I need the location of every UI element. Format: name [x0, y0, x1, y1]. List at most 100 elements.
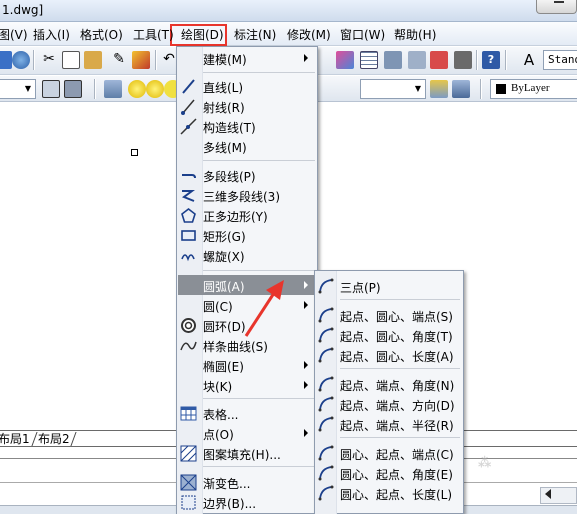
arc-menu-item-label: 起点、端点、方向(D) — [340, 399, 455, 413]
open-icon[interactable] — [0, 51, 12, 69]
menu-separator — [203, 398, 315, 399]
tool-palettes-icon[interactable] — [384, 51, 402, 69]
submenu-arrow-icon — [304, 54, 308, 62]
hatch-icon — [180, 445, 197, 462]
menu-modify[interactable]: 修改(M) — [287, 26, 331, 44]
arrow-shaft — [244, 289, 278, 337]
arc-sed-icon — [318, 396, 334, 412]
draw-menu-item[interactable] — [177, 355, 317, 375]
block-editor-icon[interactable] — [132, 51, 150, 69]
arc-3point-icon — [318, 278, 334, 294]
sun-icon[interactable] — [146, 80, 164, 98]
help-icon[interactable]: ? — [482, 51, 500, 69]
arrow-head — [266, 280, 284, 300]
draw-menu-item[interactable] — [177, 136, 317, 156]
draw-menu-item-label: 图案填充(H)... — [203, 448, 281, 462]
draw-menu-item[interactable] — [177, 403, 317, 423]
draw-menu-item-label: 三维多段线(3) — [203, 190, 280, 204]
markup-icon[interactable] — [430, 51, 448, 69]
title-bar — [0, 0, 577, 22]
menu-draw[interactable]: 绘图(D) — [181, 26, 224, 44]
menu-format[interactable]: 格式(O) — [80, 26, 123, 44]
boundary-icon — [181, 495, 196, 510]
gradient-icon — [180, 474, 197, 491]
menu-separator — [203, 270, 315, 271]
text-style-combo[interactable]: Stand — [543, 50, 577, 70]
toolbar-separator — [155, 50, 157, 70]
sheet-set-icon[interactable] — [408, 51, 426, 69]
draw-menu-item-label: 正多边形(Y) — [203, 210, 268, 224]
draw-menu-item-label: 块(K) — [203, 380, 233, 394]
3d-polyline-icon — [181, 190, 195, 202]
menu-separator — [203, 466, 315, 467]
draw-menu-item-label: 构造线(T) — [203, 121, 256, 135]
draw-menu-item-label: 椭圆(E) — [203, 360, 244, 374]
arc-menu-item-label: 三点(P) — [340, 281, 381, 295]
tab-layout2[interactable]: 布局2 — [38, 430, 70, 446]
window-title: 1.dwg] — [2, 3, 44, 17]
toolbar-separator — [480, 79, 482, 99]
draw-menu-item[interactable] — [177, 76, 317, 96]
arc-menu-item[interactable] — [315, 276, 463, 296]
layer-manager-icon[interactable] — [104, 80, 122, 98]
workspace-combo[interactable]: ▼ — [0, 79, 36, 99]
menu-insert[interactable]: 插入(I) — [33, 26, 70, 44]
ray-icon — [181, 99, 195, 115]
color-combo[interactable]: ByLayer — [490, 79, 577, 99]
scroll-left-icon[interactable] — [545, 489, 551, 499]
arc-sea-icon — [318, 376, 334, 392]
draw-menu-item-label: 样条曲线(S) — [203, 340, 268, 354]
calculator-icon[interactable] — [454, 51, 472, 69]
rectangle-icon — [181, 230, 196, 241]
menu-window[interactable]: 窗口(W) — [340, 26, 385, 44]
menu-view[interactable]: 图(V) — [0, 26, 28, 44]
globe-icon[interactable] — [12, 51, 30, 69]
arc-menu-item-label: 起点、端点、半径(R) — [340, 419, 454, 433]
draw-menu-item[interactable] — [177, 375, 317, 395]
layer-previous-icon[interactable] — [452, 80, 470, 98]
properties-icon[interactable] — [336, 51, 354, 69]
menu-help[interactable]: 帮助(H) — [394, 26, 436, 44]
draw-menu-item[interactable] — [177, 96, 317, 116]
draw-menu-item[interactable] — [177, 225, 317, 245]
workspace-settings-icon[interactable] — [64, 80, 82, 98]
annotation-arrow — [244, 280, 284, 337]
make-current-layer-icon[interactable] — [430, 80, 448, 98]
text-style-value: Stand — [548, 53, 577, 66]
helix-icon — [181, 254, 195, 262]
menu-dimension[interactable]: 标注(N) — [234, 26, 276, 44]
arc-scl-icon — [318, 347, 334, 363]
menu-separator — [203, 72, 315, 73]
draw-menu-item[interactable] — [177, 48, 317, 68]
copy-icon[interactable] — [62, 51, 80, 69]
line-icon — [182, 79, 195, 94]
match-properties-icon[interactable]: ✎ — [110, 51, 128, 69]
tab-layout1[interactable]: 布局1 — [0, 430, 30, 446]
cut-icon[interactable]: ✂ — [40, 51, 58, 69]
lightbulb-icon[interactable] — [128, 80, 146, 98]
menu-tools[interactable]: 工具(T) — [133, 26, 174, 44]
text-style-icon[interactable]: A — [520, 51, 538, 69]
layer-combo[interactable]: ▼ — [360, 79, 426, 99]
draw-menu-item-label: 射线(R) — [203, 101, 245, 115]
arc-menu-item-label: 圆心、起点、角度(E) — [340, 468, 453, 482]
color-swatch-icon — [496, 84, 506, 94]
arc-menu-item-label: 圆心、起点、端点(C) — [340, 448, 454, 462]
draw-menu-item-label: 渐变色... — [203, 477, 251, 491]
settings-icon[interactable] — [42, 80, 60, 98]
arc-sce-icon — [318, 307, 334, 323]
table-icon — [180, 406, 197, 421]
draw-menu-item-label: 边界(B)... — [203, 497, 257, 511]
arc-menu-item-label: 起点、圆心、长度(A) — [340, 350, 454, 364]
paste-icon[interactable] — [84, 51, 102, 69]
arc-menu-item-label: 圆心、起点、长度(L) — [340, 488, 453, 502]
draw-menu-item[interactable] — [177, 423, 317, 443]
draw-menu-item-label: 圆弧(A) — [203, 280, 245, 294]
submenu-arrow-icon — [304, 301, 308, 309]
draw-menu-item[interactable] — [177, 245, 317, 265]
polygon-icon — [181, 207, 196, 223]
design-center-icon[interactable] — [360, 51, 378, 69]
submenu-arrow-icon — [304, 429, 308, 437]
arc-csa-icon — [318, 465, 334, 481]
draw-menu-item-label: 多线(M) — [203, 141, 247, 155]
